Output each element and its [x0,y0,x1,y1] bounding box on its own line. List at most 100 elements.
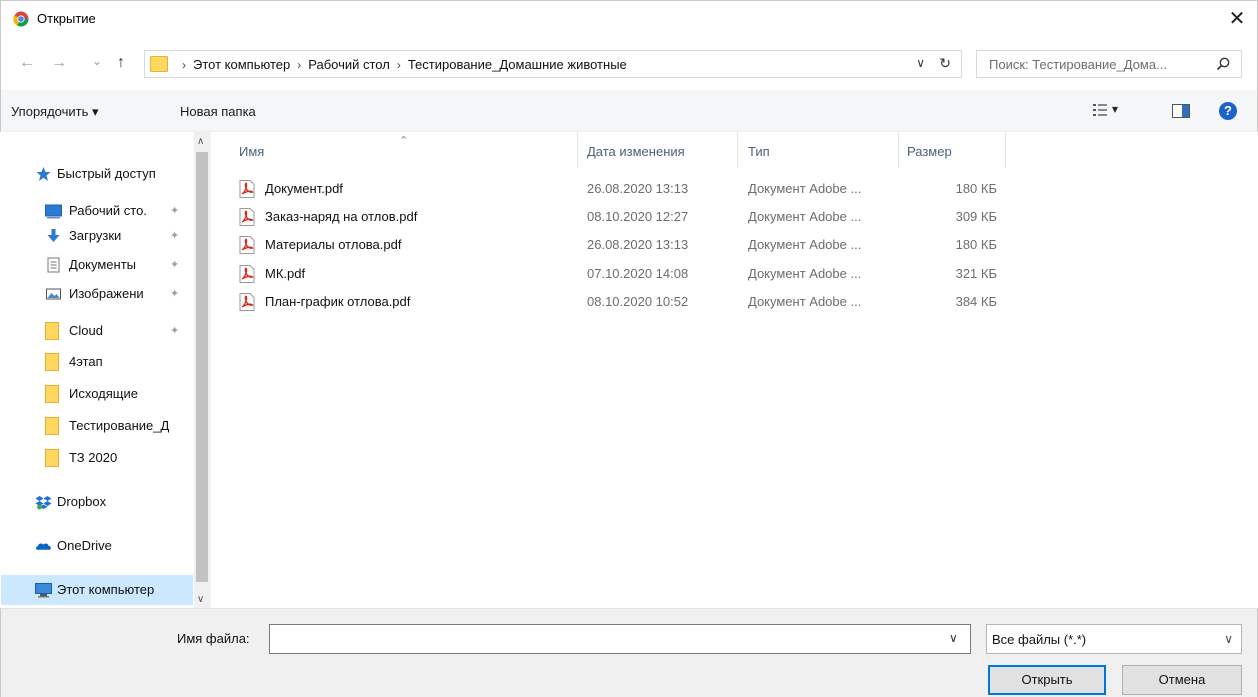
computer-icon [35,583,52,598]
file-size: 180 КБ [955,181,997,196]
pdf-file-icon [239,208,255,226]
sidebar-item-onedrive[interactable]: OneDrive [1,534,193,558]
file-type: Документ Adobe ... [748,237,862,252]
column-header-name[interactable]: Имя [211,132,578,168]
file-size: 180 КБ [955,237,997,252]
column-header-size[interactable]: Размер [899,132,1006,168]
column-header-type[interactable]: Тип [738,132,899,168]
filename-label: Имя файла: [177,631,250,646]
scrollbar-thumb[interactable] [196,152,208,582]
breadcrumb-desktop[interactable]: Рабочий стол [308,57,390,72]
file-size: 321 КБ [955,266,997,281]
file-row[interactable]: Документ.pdf 26.08.2020 13:13 Документ A… [211,175,1258,203]
preview-pane-icon[interactable] [1172,104,1190,118]
file-list: ⌃ Имя Дата изменения Тип Размер Документ… [210,132,1257,608]
sidebar-item-quick-access[interactable]: Быстрый доступ [1,162,193,186]
file-row[interactable]: Материалы отлова.pdf 26.08.2020 13:13 До… [211,231,1258,259]
sidebar-item-documents[interactable]: Документы ✦ [1,253,193,277]
sidebar-item-label: ТЗ 2020 [69,450,118,465]
window-title: Открытие [37,11,96,26]
filename-input[interactable] [269,624,971,654]
sidebar-item-testing[interactable]: Тестирование_Д [1,414,193,438]
filename-dropdown-icon[interactable]: ∨ [949,631,958,645]
sidebar-item-label: Документы [69,257,137,272]
recent-locations-icon[interactable]: ⌄ [92,52,102,70]
sidebar-item-this-pc[interactable]: Этот компьютер [1,575,193,605]
pin-icon: ✦ [170,230,180,242]
pin-icon: ✦ [170,288,180,300]
sidebar-item-label: OneDrive [57,538,112,553]
sidebar-item-cloud[interactable]: Cloud ✦ [1,319,193,343]
sidebar-item-label: Cloud [69,323,103,338]
sidebar-item-pictures[interactable]: Изображени ✦ [1,282,193,306]
file-row[interactable]: План-график отлова.pdf 08.10.2020 10:52 … [211,288,1258,316]
file-name: Документ.pdf [265,181,343,196]
file-date: 07.10.2020 14:08 [587,266,689,281]
command-bar: Упорядочить ▾ Новая папка ▾ ? [0,90,1258,132]
file-size: 384 КБ [955,294,997,309]
refresh-icon[interactable]: ↻ [939,55,951,72]
sidebar-item-4etap[interactable]: 4этап [1,350,193,374]
file-type-filter-select[interactable]: Все файлы (*.*) ∨ [986,624,1242,654]
up-arrow-icon[interactable]: ↑ [117,54,125,72]
back-arrow-icon[interactable]: ← [19,54,35,72]
sidebar-item-label: Dropbox [57,494,107,509]
breadcrumb: › Этот компьютер › Рабочий стол › Тестировани… [175,57,627,72]
navigation-pane: Быстрый доступ Рабочий сто. ✦ Загрузки ✦… [1,132,210,608]
sidebar-item-label: Этот компьютер [57,582,155,597]
sidebar-item-label: Быстрый доступ [57,166,156,181]
file-type-filter-value: Все файлы (*.*) [992,632,1087,647]
sidebar-item-desktop[interactable]: Рабочий сто. ✦ [1,199,193,223]
file-name: Заказ-наряд на отлов.pdf [265,209,418,224]
star-icon [36,167,51,181]
file-row[interactable]: МК.pdf 07.10.2020 14:08 Документ Adobe .… [211,260,1258,288]
breadcrumb-this-pc[interactable]: Этот компьютер [193,57,290,72]
dialog-footer: Имя файла: ∨ Все файлы (*.*) ∨ Открыть О… [0,608,1258,697]
dropbox-icon [35,496,52,510]
open-button-label: Открыть [1021,672,1073,687]
file-type: Документ Adobe ... [748,181,862,196]
sidebar-item-label: 4этап [69,354,103,369]
cancel-button[interactable]: Отмена [1122,665,1242,695]
file-date: 26.08.2020 13:13 [587,181,689,196]
search-icon[interactable] [1215,56,1231,72]
scroll-down-icon[interactable]: ∨ [197,594,204,605]
view-options-button[interactable]: ▾ [1092,102,1122,120]
scroll-up-icon[interactable]: ∧ [197,136,204,147]
sidebar-scrollbar[interactable]: ∧ ∨ [194,132,210,608]
folder-icon [45,385,59,403]
download-icon [47,229,60,242]
file-row[interactable]: Заказ-наряд на отлов.pdf 08.10.2020 12:2… [211,203,1258,231]
file-size: 309 КБ [955,209,997,224]
navigation-bar: ← → ⌄ ↑ › Этот компьютер › Рабочий стол › Тес… [0,36,1258,90]
organize-button[interactable]: Упорядочить ▾ [11,104,99,120]
close-icon[interactable]: ✕ [1223,5,1251,33]
sidebar-item-label: Рабочий сто. [69,203,147,218]
breadcrumb-current-folder[interactable]: Тестирование_Домашние животные [408,57,627,72]
column-header-label: Тип [748,144,770,159]
chrome-icon [13,11,29,27]
file-type: Документ Adobe ... [748,209,862,224]
help-icon[interactable]: ? [1219,102,1237,120]
address-dropdown-icon[interactable]: ∨ [916,56,925,70]
sidebar-item-downloads[interactable]: Загрузки ✦ [1,224,193,248]
breadcrumb-separator: › [297,58,302,72]
address-bar[interactable]: › Этот компьютер › Рабочий стол › Тестировани… [144,50,962,78]
sidebar-item-label: Исходящие [69,386,138,401]
pictures-icon [46,288,61,300]
pdf-file-icon [239,265,255,283]
open-button[interactable]: Открыть [988,665,1106,695]
desktop-icon [45,204,62,219]
sidebar-item-label: Тестирование_Д [69,418,170,433]
sidebar-item-outgoing[interactable]: Исходящие [1,382,193,406]
new-folder-button[interactable]: Новая папка [180,104,256,119]
forward-arrow-icon[interactable]: → [51,54,67,72]
file-date: 26.08.2020 13:13 [587,237,689,252]
pin-icon: ✦ [170,259,180,271]
chevron-down-icon: ∨ [1224,632,1233,646]
file-date: 08.10.2020 12:27 [587,209,689,224]
sidebar-item-tz2020[interactable]: ТЗ 2020 [1,446,193,470]
sidebar-item-dropbox[interactable]: Dropbox [1,490,193,514]
column-header-date[interactable]: Дата изменения [578,132,738,168]
search-box[interactable]: Поиск: Тестирование_Дома... [976,50,1242,78]
